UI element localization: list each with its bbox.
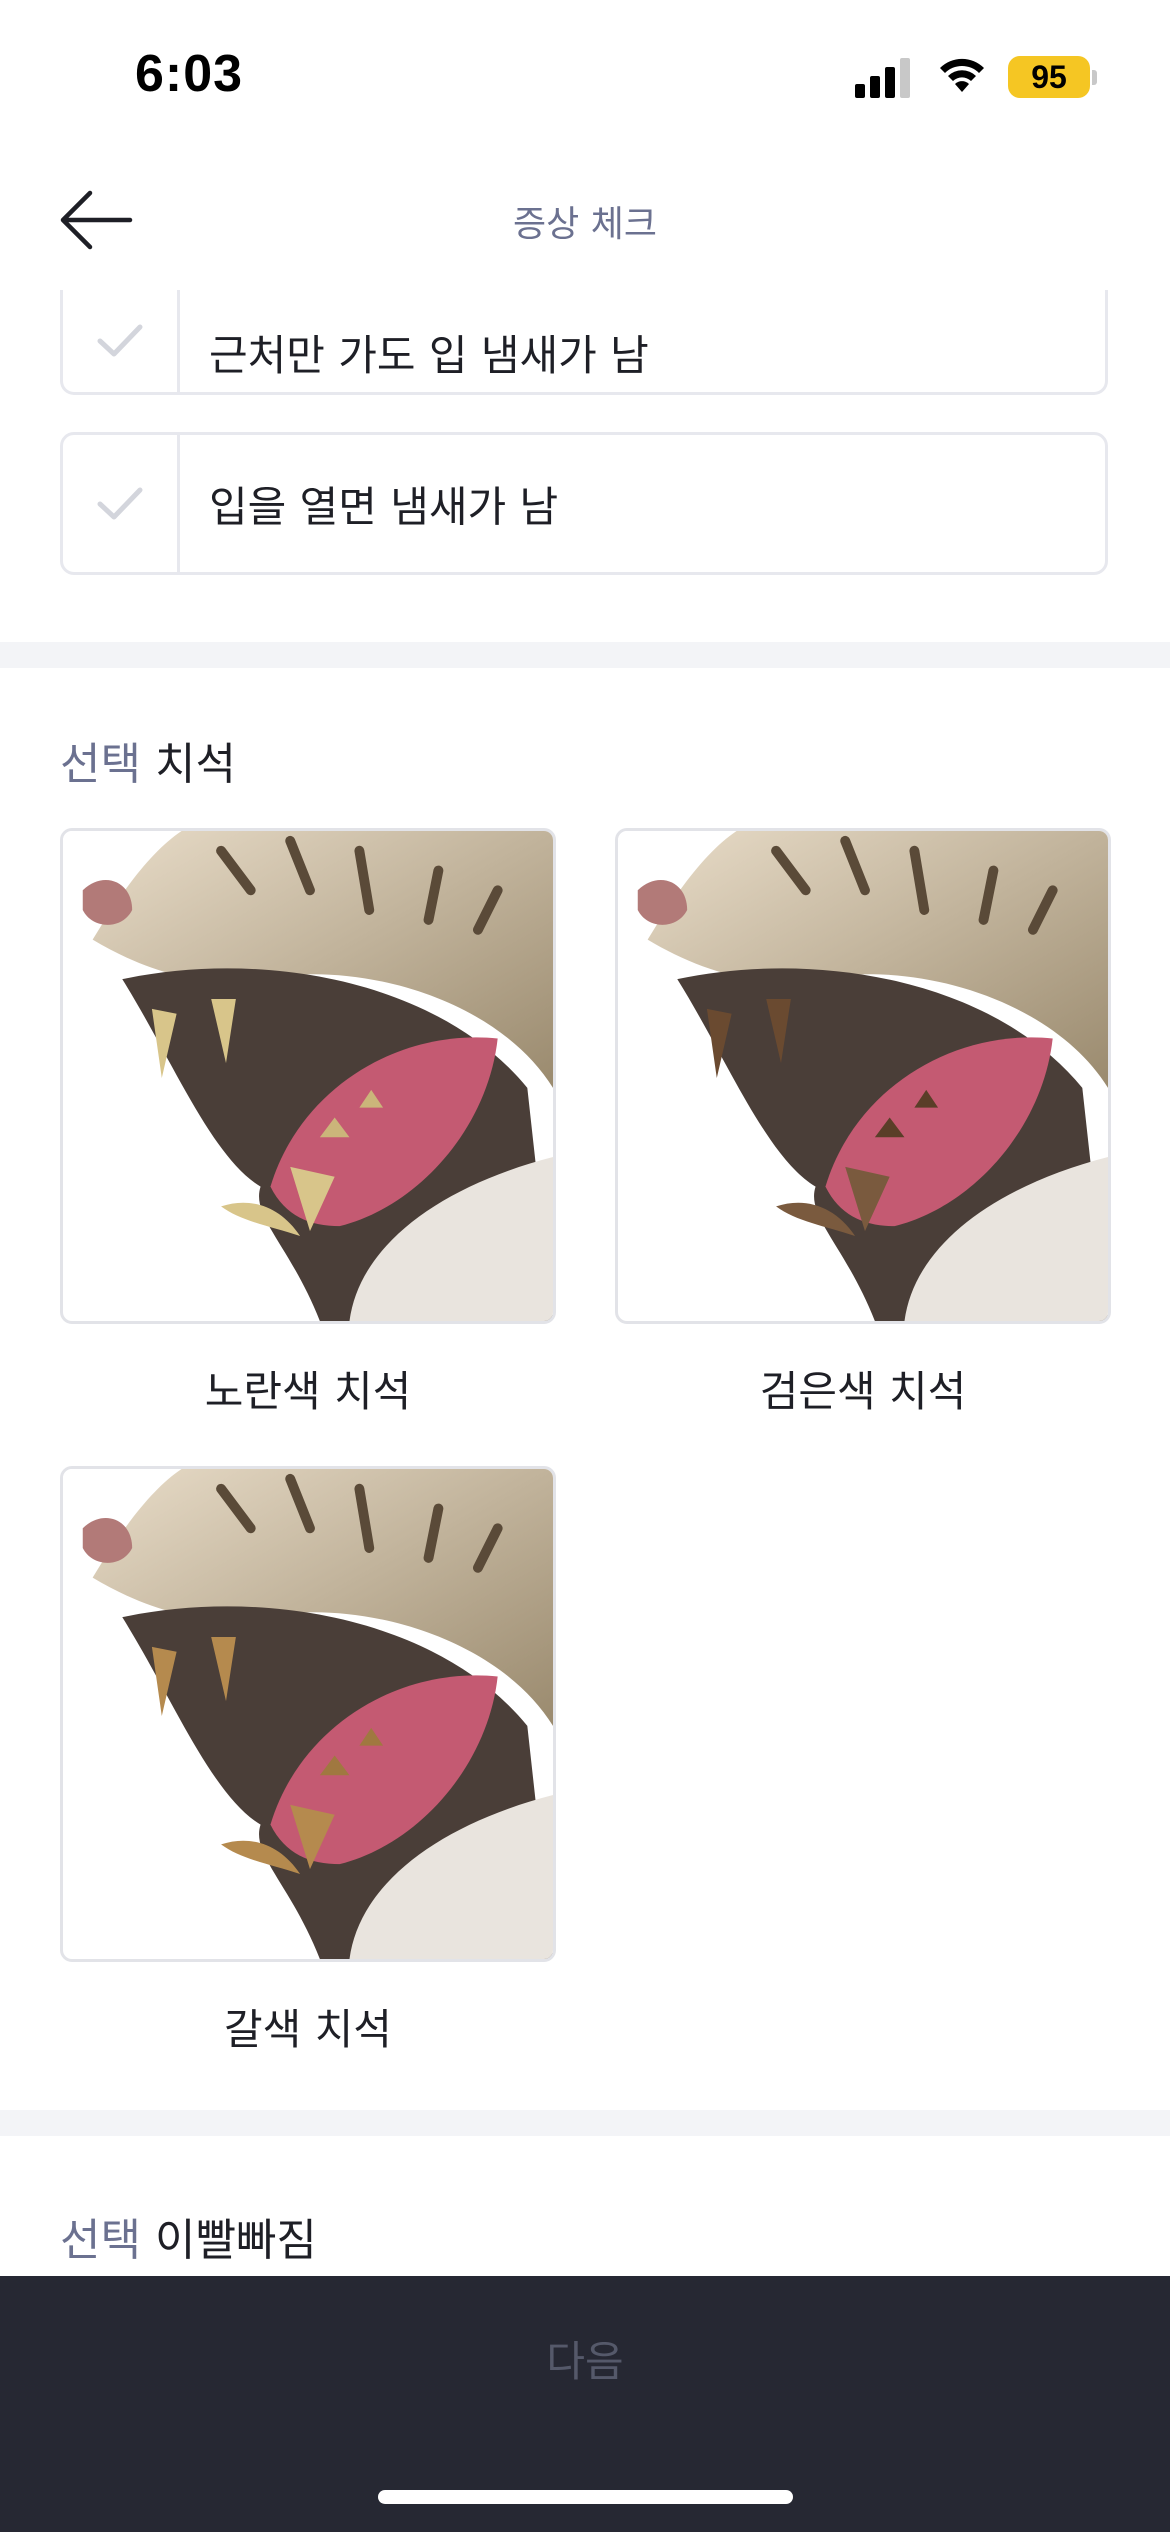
- home-indicator[interactable]: [378, 2490, 793, 2504]
- section-title-text: 치석: [154, 739, 236, 790]
- next-button[interactable]: 다음: [0, 2328, 1170, 2389]
- section-tag: 선택: [60, 2215, 141, 2266]
- cellular-signal-icon: [855, 58, 910, 98]
- tartar-card-brown[interactable]: 갈색 치석: [60, 1466, 556, 2054]
- card-label: 검은색 치석: [759, 1367, 967, 1416]
- section-title-tartar: 선택 치석: [60, 728, 236, 792]
- cat-mouth-illustration: [63, 1469, 553, 1959]
- card-label: 갈색 치석: [224, 2005, 392, 2054]
- page-title: 증상 체크: [513, 204, 657, 245]
- section-divider: [0, 2110, 1170, 2136]
- cat-teeth-image[interactable]: [60, 828, 556, 1324]
- tartar-card-yellow[interactable]: 노란색 치석: [60, 828, 556, 1416]
- option-label: 근처만 가도 입 냄새가 남: [209, 331, 649, 380]
- option-label: 입을 열면 냄새가 남: [209, 482, 559, 531]
- option-checkbox[interactable]: [63, 290, 180, 392]
- symptom-option[interactable]: 입을 열면 냄새가 남: [60, 432, 1108, 575]
- symptom-option[interactable]: 근처만 가도 입 냄새가 남: [60, 290, 1108, 395]
- battery-icon: 95: [1008, 56, 1090, 98]
- status-bar: 6:03 95: [0, 0, 1170, 150]
- battery-tip: [1092, 70, 1097, 85]
- status-time: 6:03: [135, 45, 244, 103]
- section-tag: 선택: [60, 739, 141, 790]
- section-title-tooth-loss: 선택 이빨빠짐: [60, 2204, 317, 2268]
- cat-mouth-illustration: [63, 831, 553, 1321]
- section-title-text: 이빨빠짐: [154, 2215, 317, 2266]
- cat-teeth-image[interactable]: [615, 828, 1111, 1324]
- section-divider: [0, 642, 1170, 668]
- option-checkbox[interactable]: [63, 435, 180, 572]
- battery-level: 95: [1031, 59, 1067, 95]
- wifi-icon: [940, 58, 984, 92]
- tartar-card-black[interactable]: 검은색 치석: [615, 828, 1111, 1416]
- cat-teeth-image[interactable]: [60, 1466, 556, 1962]
- checkmark-icon: [97, 324, 143, 357]
- cat-mouth-illustration: [618, 831, 1108, 1321]
- card-label: 노란색 치석: [204, 1367, 412, 1416]
- checkmark-icon: [97, 487, 143, 519]
